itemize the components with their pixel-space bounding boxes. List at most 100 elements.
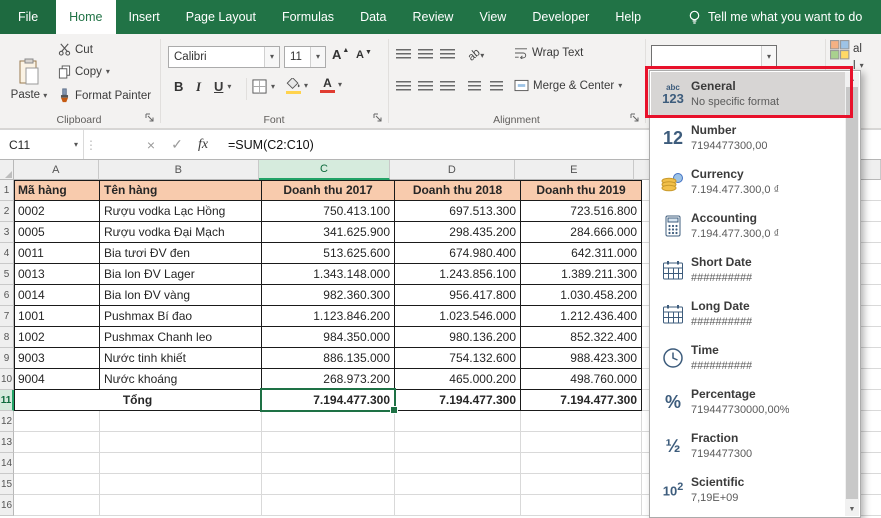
cell-D5[interactable]: 1.243.856.100 [395,264,521,285]
conditional-formatting-icon[interactable] [830,40,850,60]
cell-B3[interactable]: Rượu vodka Đại Mạch [100,222,262,243]
decrease-font-size-button[interactable]: A▼ [356,49,372,61]
cell-C12[interactable] [262,411,395,432]
cell-A6[interactable]: 0014 [14,285,100,306]
borders-button[interactable]: ▾ [252,79,275,94]
cell-E10[interactable]: 498.760.000 [521,369,642,390]
cell-D4[interactable]: 674.980.400 [395,243,521,264]
cell-E2[interactable]: 723.516.800 [521,201,642,222]
cell-A15[interactable] [14,474,100,495]
cell-B4[interactable]: Bia tươi ĐV đen [100,243,262,264]
cell-C14[interactable] [262,453,395,474]
font-family-dropdown-icon[interactable]: ▾ [264,47,279,67]
cell-E4[interactable]: 642.311.000 [521,243,642,264]
column-header-B[interactable]: B [99,160,259,180]
cell-E5[interactable]: 1.389.211.300 [521,264,642,285]
number-format-dropdown-icon[interactable]: ▾ [761,46,776,68]
row-header-15[interactable]: 15 [0,474,14,495]
cell-C13[interactable] [262,432,395,453]
cell-C5[interactable]: 1.343.148.000 [262,264,395,285]
cell-C6[interactable]: 982.360.300 [262,285,395,306]
cell-B9[interactable]: Nước tinh khiết [100,348,262,369]
cell-A13[interactable] [14,432,100,453]
cancel-entry-button[interactable]: × [138,130,164,159]
increase-font-size-button[interactable]: A▲ [332,47,349,62]
confirm-entry-button[interactable]: ✓ [164,130,190,159]
cell-B12[interactable] [100,411,262,432]
paste-button[interactable]: Paste ▾ [5,39,53,119]
cell-E13[interactable] [521,432,642,453]
tab-data[interactable]: Data [347,0,399,34]
row-header-2[interactable]: 2 [0,201,14,222]
cell-E8[interactable]: 852.322.400 [521,327,642,348]
cell-D11[interactable]: 7.194.477.300 [395,390,521,411]
cell-D13[interactable] [395,432,521,453]
tab-home[interactable]: Home [56,0,115,34]
tab-review[interactable]: Review [399,0,466,34]
clipboard-dialog-launcher[interactable] [144,112,156,124]
format-painter-button[interactable]: Format Painter [58,88,151,103]
row-header-14[interactable]: 14 [0,453,14,474]
cell-B1[interactable]: Tên hàng [100,180,262,201]
bottom-align-icon[interactable] [440,49,455,59]
cell-A12[interactable] [14,411,100,432]
font-family-combo[interactable]: Calibri ▾ [168,46,280,68]
underline-button[interactable]: U▾ [214,79,231,94]
cell-D9[interactable]: 754.132.600 [395,348,521,369]
cell-C3[interactable]: 341.625.900 [262,222,395,243]
cell-E7[interactable]: 1.212.436.400 [521,306,642,327]
cell-C15[interactable] [262,474,395,495]
tab-view[interactable]: View [466,0,519,34]
cell-A5[interactable]: 0013 [14,264,100,285]
orientation-button[interactable]: ab▾ [468,47,484,61]
cell-E14[interactable] [521,453,642,474]
cell-D8[interactable]: 980.136.200 [395,327,521,348]
cell-D14[interactable] [395,453,521,474]
cell-B8[interactable]: Pushmax Chanh leo [100,327,262,348]
cell-A16[interactable] [14,495,100,516]
cell-C11[interactable]: 7.194.477.300 [262,390,395,411]
format-option-time[interactable]: Time########## [651,336,845,380]
cell-B13[interactable] [100,432,262,453]
align-right-icon[interactable] [440,81,455,91]
row-header-1[interactable]: 1 [0,180,14,201]
align-center-icon[interactable] [418,81,433,91]
cell-D7[interactable]: 1.023.546.000 [395,306,521,327]
format-option-fraction[interactable]: ½Fraction7194477300 [651,424,845,468]
scrollbar-thumb[interactable] [846,87,858,499]
cell-D6[interactable]: 956.417.800 [395,285,521,306]
cell-B6[interactable]: Bia lon ĐV vàng [100,285,262,306]
cell-C7[interactable]: 1.123.846.200 [262,306,395,327]
cell-C16[interactable] [262,495,395,516]
row-header-11[interactable]: 11 [0,390,14,411]
cell-C9[interactable]: 886.135.000 [262,348,395,369]
cell-B16[interactable] [100,495,262,516]
tab-help[interactable]: Help [602,0,654,34]
number-format-combo[interactable]: ▾ [651,45,777,69]
cell-B14[interactable] [100,453,262,474]
row-header-10[interactable]: 10 [0,369,14,390]
tell-me-box[interactable]: Tell me what you want to do [688,0,862,34]
cell-E3[interactable]: 284.666.000 [521,222,642,243]
cell-C2[interactable]: 750.413.100 [262,201,395,222]
insert-function-button[interactable]: fx [190,130,216,159]
cell-A10[interactable]: 9004 [14,369,100,390]
cell-C4[interactable]: 513.625.600 [262,243,395,264]
cell-C8[interactable]: 984.350.000 [262,327,395,348]
formula-bar-resizer[interactable]: ⋮ [84,130,98,159]
middle-align-icon[interactable] [418,49,433,59]
row-header-5[interactable]: 5 [0,264,14,285]
cell-D1[interactable]: Doanh thu 2018 [395,180,521,201]
scroll-up-icon[interactable]: ▲ [845,72,859,86]
merge-center-button[interactable]: Merge & Center ▾ [514,79,622,92]
column-header-E[interactable]: E [515,160,635,180]
fill-color-button[interactable]: ▾ [286,78,308,94]
cell-A7[interactable]: 1001 [14,306,100,327]
tab-file[interactable]: File [0,0,56,34]
format-option-long-date[interactable]: Long Date########## [651,292,845,336]
cell-E1[interactable]: Doanh thu 2019 [521,180,642,201]
cell-E12[interactable] [521,411,642,432]
tab-formulas[interactable]: Formulas [269,0,347,34]
font-color-button[interactable]: A ▾ [320,77,342,93]
cell-A11-merged[interactable]: Tổng [14,390,262,411]
